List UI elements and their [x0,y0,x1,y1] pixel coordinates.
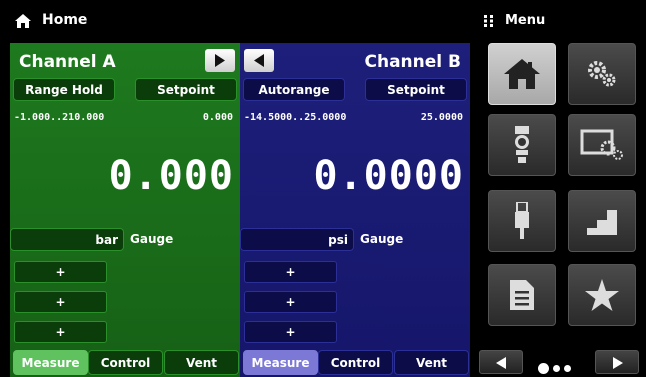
star-icon [585,279,619,311]
tab-vent[interactable]: Vent [394,350,469,375]
page-dot-current [538,363,549,374]
home-icon [504,59,540,89]
channel-b-unit-button[interactable]: psi [240,228,354,251]
menu-sensor-button[interactable] [488,114,556,176]
channel-a-plus-button-2[interactable]: + [14,291,107,313]
menu-home-button[interactable] [488,43,556,105]
channel-b-tabs: Measure Control Vent [243,350,469,375]
menu-grid-icon[interactable] [484,15,494,27]
menu-document-button[interactable] [488,264,556,326]
channel-a-title: Channel A [19,52,116,72]
channel-b-title: Channel B [364,52,462,72]
channel-b-setpoint-value: 25.0000 [420,112,463,123]
channel-b-reading: 0.0000 [313,153,464,199]
channel-b-plus-button-1[interactable]: + [244,261,337,283]
channel-a-range: -1.000..210.000 [14,112,105,123]
tab-control[interactable]: Control [88,350,163,375]
channel-b-mode-label: Gauge [360,232,404,246]
channel-a-setpoint-button[interactable]: Setpoint [135,78,237,101]
range-hold-button[interactable]: Range Hold [13,78,115,101]
tab-measure[interactable]: Measure [243,350,318,375]
channel-b-prev-button[interactable] [244,49,274,72]
page-dot [553,365,560,372]
menu-favorites-button[interactable] [568,264,636,326]
top-bar: Home Menu [0,0,646,41]
menu-usb-button[interactable] [488,190,556,252]
menu-settings-button[interactable] [568,43,636,105]
tab-vent[interactable]: Vent [164,350,239,375]
display-settings-icon [580,129,623,160]
channel-b-plus-button-3[interactable]: + [244,321,337,343]
menu-title: Menu [505,13,546,28]
channel-b-setpoint-button[interactable]: Setpoint [365,78,467,101]
tab-measure[interactable]: Measure [13,350,88,375]
document-icon [510,280,534,310]
arrow-left-icon [496,357,506,369]
channel-a-reading: 0.000 [108,153,234,199]
arrow-right-icon [215,54,225,67]
channel-a-plus-button-1[interactable]: + [14,261,107,283]
home-icon[interactable] [14,13,32,29]
channel-b-plus-button-2[interactable]: + [244,291,337,313]
page-title: Home [42,12,88,28]
page-dot [564,365,571,372]
menu-prev-button[interactable] [479,350,523,374]
menu-next-button[interactable] [595,350,639,374]
channel-a-unit-button[interactable]: bar [10,228,124,251]
sensor-icon [515,126,529,163]
settings-gears-icon [588,61,616,87]
menu-display-button[interactable] [568,114,636,176]
arrow-left-icon [254,54,264,67]
channel-a-panel: Channel A Range Hold Setpoint -1.000..21… [10,43,240,377]
steps-icon [587,210,617,235]
tab-control[interactable]: Control [318,350,393,375]
arrow-right-icon [613,357,623,369]
usb-icon [515,202,529,239]
channel-a-mode-label: Gauge [130,232,174,246]
page-indicator [538,357,575,376]
menu-steps-button[interactable] [568,190,636,252]
channel-b-range: -14.5000..25.0000 [244,112,347,123]
channel-a-setpoint-value: 0.000 [202,112,233,123]
channel-a-next-button[interactable] [205,49,235,72]
channel-b-panel: Channel B Autorange Setpoint -14.5000..2… [240,43,470,377]
channel-a-tabs: Measure Control Vent [13,350,239,375]
autorange-button[interactable]: Autorange [243,78,345,101]
channel-a-plus-button-3[interactable]: + [14,321,107,343]
